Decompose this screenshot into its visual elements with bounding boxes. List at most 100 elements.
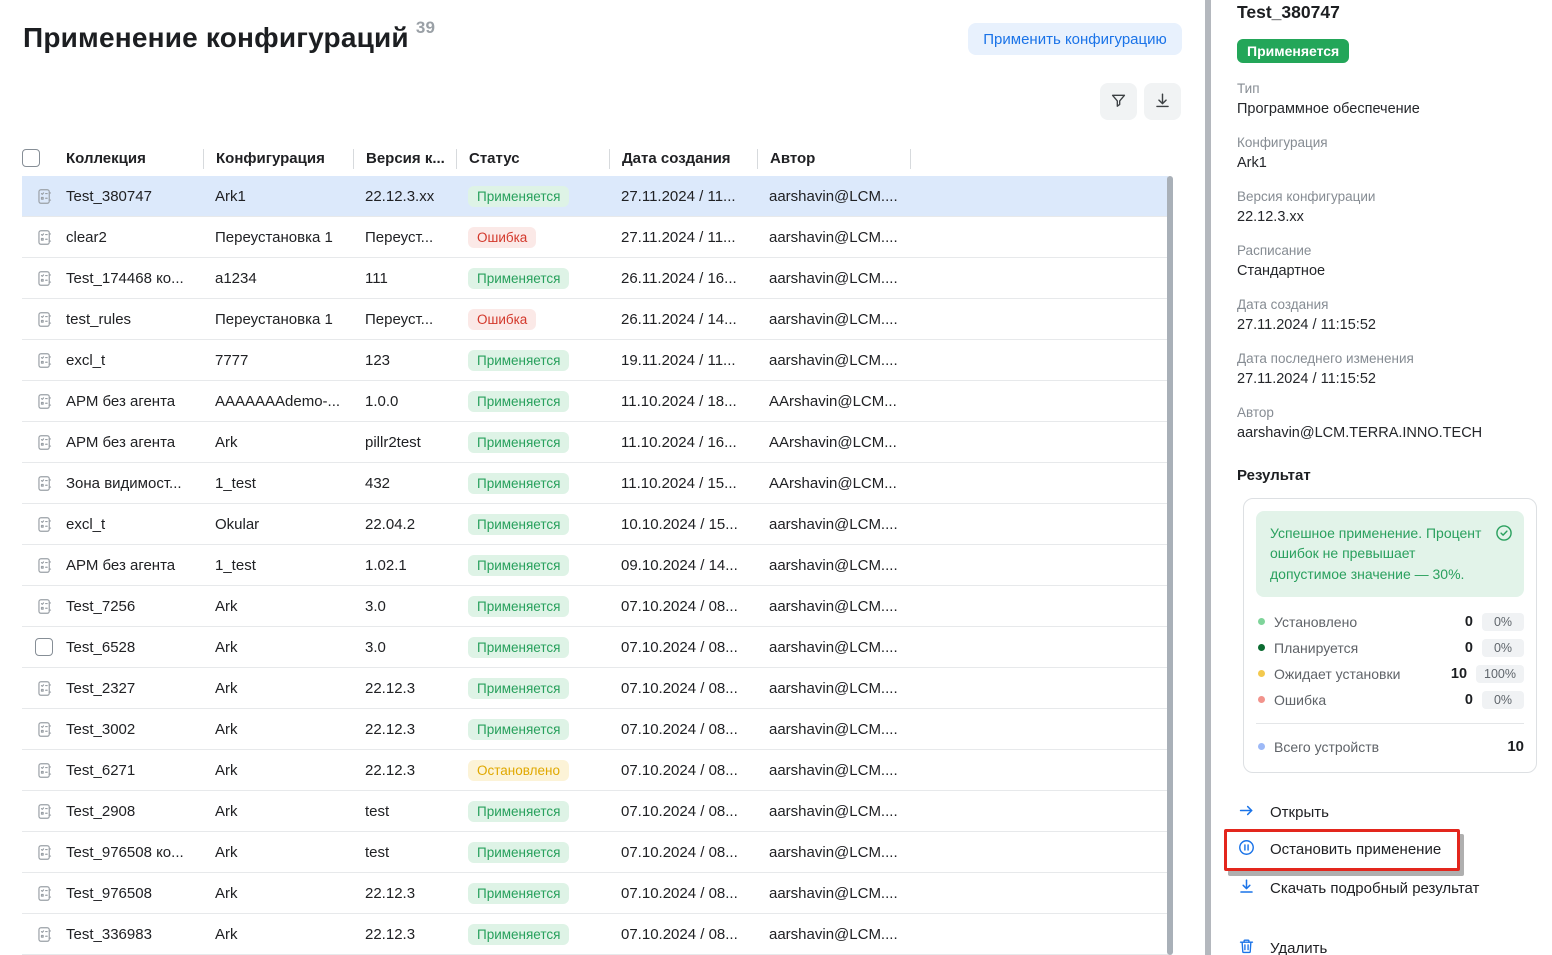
collection-icon: [35, 679, 54, 698]
table-row[interactable]: АРМ без агента AAAAAAAdemo-... 1.0.0 При…: [22, 381, 1168, 422]
table-row[interactable]: Test_7256 Ark 3.0 Применяется 07.10.2024…: [22, 586, 1168, 627]
cell-created: 07.10.2024 / 08...: [609, 844, 757, 861]
status-badge: Применяется: [468, 350, 569, 371]
table-row[interactable]: excl_t Okular 22.04.2 Применяется 10.10.…: [22, 504, 1168, 545]
table-row[interactable]: Зона видимост... 1_test 432 Применяется …: [22, 463, 1168, 504]
collection-icon: [35, 720, 54, 739]
table-row[interactable]: АРМ без агента Ark pillr2test Применяетс…: [22, 422, 1168, 463]
table-row[interactable]: clear2 Переустановка 1 Переуст... Ошибка…: [22, 217, 1168, 258]
export-button[interactable]: [1144, 83, 1181, 120]
table-scrollbar[interactable]: [1167, 176, 1173, 955]
page-title: Применение конфигураций39: [23, 18, 435, 54]
table-row[interactable]: Test_2908 Ark test Применяется 07.10.202…: [22, 791, 1168, 832]
table-row[interactable]: АРМ без агента 1_test 1.02.1 Применяется…: [22, 545, 1168, 586]
status-badge: Применяется: [468, 883, 569, 904]
table-row[interactable]: test_rules Переустановка 1 Переуст... Ош…: [22, 299, 1168, 340]
table-row[interactable]: Test_3002 Ark 22.12.3 Применяется 07.10.…: [22, 709, 1168, 750]
cell-configuration: Ark: [203, 885, 353, 902]
configurations-table: Коллекция Конфигурация Версия к... Стату…: [22, 145, 1168, 955]
column-header-configuration[interactable]: Конфигурация: [203, 149, 353, 169]
cell-created: 26.11.2024 / 16...: [609, 270, 757, 287]
table-row[interactable]: excl_t 7777 123 Применяется 19.11.2024 /…: [22, 340, 1168, 381]
field-label: Версия конфигурации: [1237, 189, 1537, 204]
status-badge: Применяется: [468, 596, 569, 617]
column-header-created[interactable]: Дата создания: [609, 149, 757, 169]
status-badge: Применяется: [468, 678, 569, 699]
cell-version: 432: [353, 475, 456, 492]
panel-field: Автор aarshavin@LCM.TERRA.INNO.TECH: [1237, 405, 1537, 441]
legend-row: Ошибка 0 0%: [1256, 687, 1524, 713]
panel-field: Тип Программное обеспечение: [1237, 81, 1537, 117]
field-label: Расписание: [1237, 243, 1537, 258]
status-badge: Применяется: [468, 719, 569, 740]
column-header-collection[interactable]: Коллекция: [66, 149, 203, 169]
column-header-version[interactable]: Версия к...: [353, 149, 456, 169]
table-row[interactable]: Test_336983 Ark 22.12.3 Применяется 07.1…: [22, 914, 1168, 955]
cell-collection: Test_380747: [66, 188, 203, 205]
legend-label: Ожидает установки: [1274, 666, 1451, 682]
cell-author: aarshavin@LCM....: [757, 926, 910, 943]
cell-author: aarshavin@LCM....: [757, 352, 910, 369]
column-header-status[interactable]: Статус: [456, 149, 609, 169]
main-content: Применение конфигураций39 Применить конф…: [0, 0, 1205, 955]
cell-configuration: Ark: [203, 926, 353, 943]
cell-created: 07.10.2024 / 08...: [609, 885, 757, 902]
table-row[interactable]: Test_976508 ко... Ark test Применяется 0…: [22, 832, 1168, 873]
cell-version: pillr2test: [353, 434, 456, 451]
collection-icon: [35, 761, 54, 780]
cell-configuration: Ark: [203, 598, 353, 615]
table-row[interactable]: Test_2327 Ark 22.12.3 Применяется 07.10.…: [22, 668, 1168, 709]
collection-icon: [35, 310, 54, 329]
table-row[interactable]: Test_976508 Ark 22.12.3 Применяется 07.1…: [22, 873, 1168, 914]
cell-version: 22.12.3: [353, 762, 456, 779]
table-body: Test_380747 Ark1 22.12.3.xx Применяется …: [22, 176, 1168, 955]
cell-created: 27.11.2024 / 11...: [609, 229, 757, 246]
apply-configuration-button[interactable]: Применить конфигурацию: [968, 23, 1182, 55]
column-header-author[interactable]: Автор: [757, 149, 910, 169]
download-result-action[interactable]: Скачать подробный результат: [1237, 875, 1537, 903]
download-icon: [1153, 91, 1172, 113]
field-label: Конфигурация: [1237, 135, 1537, 150]
stop-apply-action[interactable]: Остановить применение: [1237, 836, 1441, 864]
select-all-checkbox[interactable]: [22, 149, 40, 167]
collection-icon: [35, 597, 54, 616]
collection-icon: [35, 515, 54, 534]
open-action[interactable]: Открыть: [1237, 799, 1537, 827]
row-checkbox[interactable]: [35, 638, 53, 656]
filter-button[interactable]: [1100, 83, 1137, 120]
table-row[interactable]: Test_6528 Ark 3.0 Применяется 07.10.2024…: [22, 627, 1168, 668]
field-value: Стандартное: [1237, 263, 1537, 279]
panel-title: Test_380747: [1237, 2, 1537, 23]
cell-created: 10.10.2024 / 15...: [609, 516, 757, 533]
panel-field: Дата последнего изменения 27.11.2024 / 1…: [1237, 351, 1537, 387]
result-card: Успешное применение. Процент ошибок не п…: [1243, 498, 1537, 773]
panel-field: Конфигурация Ark1: [1237, 135, 1537, 171]
cell-author: aarshavin@LCM....: [757, 680, 910, 697]
cell-created: 27.11.2024 / 11...: [609, 188, 757, 205]
cell-version: 22.12.3: [353, 926, 456, 943]
collection-icon: [35, 351, 54, 370]
table-row[interactable]: Test_380747 Ark1 22.12.3.xx Применяется …: [22, 176, 1168, 217]
status-badge: Применяется: [468, 842, 569, 863]
legend-percent: 0%: [1482, 691, 1524, 709]
collection-icon: [35, 187, 54, 206]
panel-status-badge: Применяется: [1237, 39, 1349, 63]
check-circle-icon: [1494, 523, 1514, 584]
collection-icon: [35, 269, 54, 288]
collection-icon: [35, 884, 54, 903]
cell-created: 11.10.2024 / 18...: [609, 393, 757, 410]
cell-collection: Test_6271: [66, 762, 203, 779]
cell-version: 22.04.2: [353, 516, 456, 533]
status-badge: Остановлено: [468, 760, 569, 781]
cell-collection: Test_7256: [66, 598, 203, 615]
status-badge: Применяется: [468, 268, 569, 289]
field-value: Программное обеспечение: [1237, 101, 1537, 117]
total-label: Всего устройств: [1274, 739, 1507, 755]
legend-percent: 0%: [1482, 639, 1524, 657]
cell-author: aarshavin@LCM....: [757, 762, 910, 779]
table-row[interactable]: Test_6271 Ark 22.12.3 Остановлено 07.10.…: [22, 750, 1168, 791]
table-row[interactable]: Test_174468 ко... a1234 111 Применяется …: [22, 258, 1168, 299]
delete-action[interactable]: Удалить: [1237, 935, 1537, 955]
cell-configuration: Переустановка 1: [203, 229, 353, 246]
cell-version: 3.0: [353, 639, 456, 656]
